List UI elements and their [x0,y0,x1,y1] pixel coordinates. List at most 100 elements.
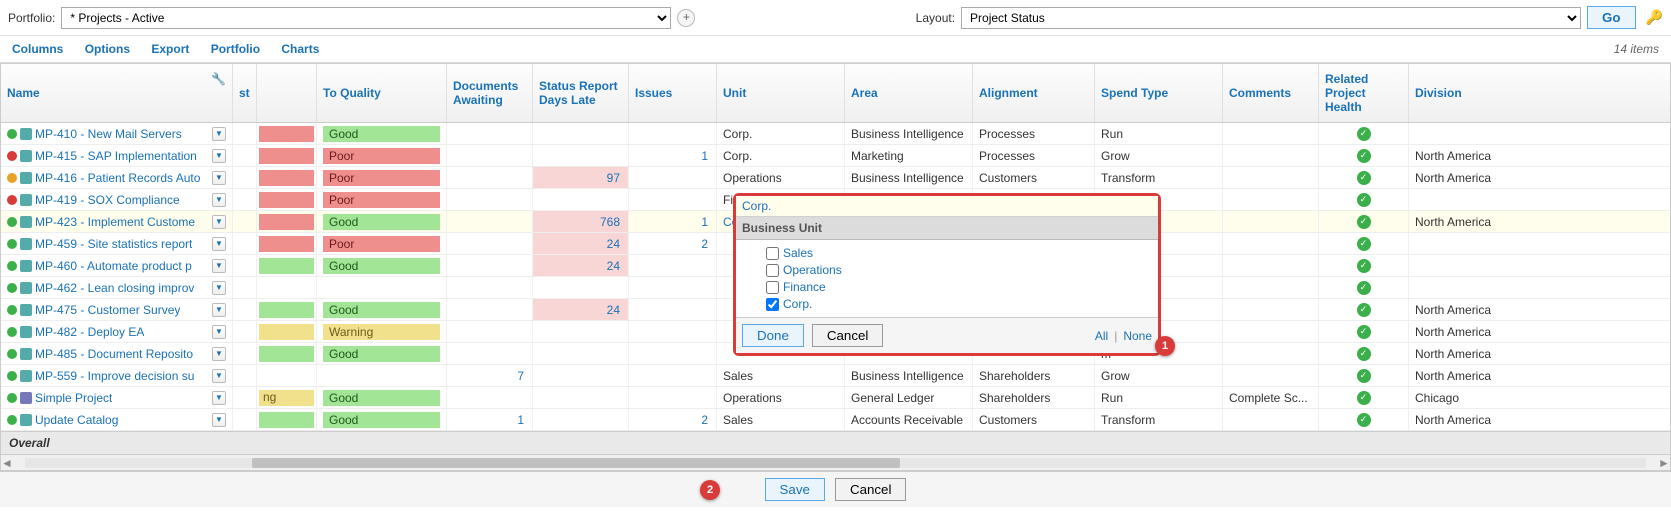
cell-issues[interactable] [629,387,717,408]
cell-comments[interactable]: Complete Sc... [1223,387,1319,408]
cell-spend-type[interactable]: Grow [1095,145,1223,166]
cell-issues[interactable] [629,167,717,188]
scroll-right-icon[interactable]: ► [1658,456,1670,470]
popup-done-button[interactable]: Done [742,324,804,347]
col-issues[interactable]: Issues [629,64,717,122]
cell-unit[interactable]: Corp. [717,123,845,144]
project-link[interactable]: MP-459 - Site statistics report [35,237,192,251]
key-icon[interactable]: 🔑 [1646,9,1663,26]
cell-quality[interactable]: Good [317,387,447,408]
cell-comments[interactable] [1223,145,1319,166]
cell-alignment[interactable]: Customers [973,409,1095,430]
col-name[interactable]: Name🔧 [1,64,233,122]
cell-quality[interactable]: Good [317,409,447,430]
horizontal-scrollbar[interactable]: ◄ ► [1,454,1670,470]
filter-checkbox[interactable] [766,281,779,294]
cell-quality[interactable] [317,365,447,386]
cell-issues[interactable] [629,255,717,276]
project-link[interactable]: MP-416 - Patient Records Auto [35,171,200,185]
col-spend-type[interactable]: Spend Type [1095,64,1223,122]
cell-area[interactable]: General Ledger [845,387,973,408]
table-row[interactable]: Simple Project▼ngGoodOperationsGeneral L… [1,387,1670,409]
cell-comments[interactable] [1223,277,1319,298]
cell-doc-awaiting[interactable] [447,321,533,342]
cell-status-days[interactable] [533,277,629,298]
add-portfolio-button[interactable]: + [677,9,695,27]
cell-issues[interactable] [629,321,717,342]
cell-comments[interactable] [1223,123,1319,144]
cell-status-days[interactable] [533,409,629,430]
scroll-left-icon[interactable]: ◄ [1,456,13,470]
cell-status-days[interactable] [533,189,629,210]
cell-spend-type[interactable]: Grow [1095,365,1223,386]
cell-unit[interactable]: Sales [717,365,845,386]
project-link[interactable]: MP-460 - Automate product p [35,259,192,273]
cell-doc-awaiting[interactable] [447,211,533,232]
cell-comments[interactable] [1223,343,1319,364]
cell-division[interactable] [1409,189,1670,210]
menu-portfolio[interactable]: Portfolio [211,42,260,56]
project-link[interactable]: MP-559 - Improve decision su [35,369,194,383]
cell-comments[interactable] [1223,189,1319,210]
table-row[interactable]: MP-559 - Improve decision su▼7SalesBusin… [1,365,1670,387]
cell-status-days[interactable] [533,145,629,166]
cell-spend-type[interactable]: Transform [1095,409,1223,430]
cell-quality[interactable]: Poor [317,167,447,188]
scroll-thumb[interactable] [252,458,900,468]
cell-division[interactable]: North America [1409,145,1670,166]
cell-area[interactable]: Accounts Receivable [845,409,973,430]
cell-comments[interactable] [1223,211,1319,232]
row-menu-button[interactable]: ▼ [212,413,226,427]
cell-status-days[interactable]: 24 [533,233,629,254]
menu-export[interactable]: Export [151,42,189,56]
cell-quality[interactable] [317,277,447,298]
row-menu-button[interactable]: ▼ [212,303,226,317]
cell-division[interactable] [1409,255,1670,276]
cell-doc-awaiting[interactable]: 7 [447,365,533,386]
cell-division[interactable]: North America [1409,365,1670,386]
row-menu-button[interactable]: ▼ [212,369,226,383]
project-link[interactable]: MP-419 - SOX Compliance [35,193,180,207]
table-row[interactable]: MP-415 - SAP Implementation▼Poor1Corp.Ma… [1,145,1670,167]
go-button[interactable]: Go [1587,6,1636,29]
row-menu-button[interactable]: ▼ [212,215,226,229]
cell-issues[interactable] [629,343,717,364]
cell-doc-awaiting[interactable] [447,343,533,364]
cell-division[interactable]: North America [1409,211,1670,232]
filter-option[interactable]: Corp. [766,297,1152,311]
cell-doc-awaiting[interactable] [447,123,533,144]
cell-alignment[interactable]: Processes [973,123,1095,144]
cell-doc-awaiting[interactable] [447,189,533,210]
project-link[interactable]: MP-482 - Deploy EA [35,325,144,339]
cell-issues[interactable]: 1 [629,145,717,166]
menu-columns[interactable]: Columns [12,42,63,56]
cell-doc-awaiting[interactable] [447,145,533,166]
cell-division[interactable]: North America [1409,167,1670,188]
save-button[interactable]: Save [765,478,825,501]
popup-none-link[interactable]: None [1123,329,1152,343]
col-area[interactable]: Area [845,64,973,122]
cell-comments[interactable] [1223,321,1319,342]
cell-status-days[interactable] [533,365,629,386]
cell-area[interactable]: Business Intelligence [845,123,973,144]
cell-division[interactable]: North America [1409,321,1670,342]
project-link[interactable]: MP-462 - Lean closing improv [35,281,194,295]
filter-option[interactable]: Sales [766,246,1152,260]
cell-division[interactable] [1409,123,1670,144]
portfolio-select[interactable]: * Projects - Active [61,7,671,29]
popup-cancel-button[interactable]: Cancel [812,324,884,347]
filter-checkbox[interactable] [766,247,779,260]
project-link[interactable]: MP-485 - Document Reposito [35,347,193,361]
cell-area[interactable]: Business Intelligence [845,167,973,188]
col-comments[interactable]: Comments [1223,64,1319,122]
cell-issues[interactable] [629,277,717,298]
cell-quality[interactable]: Good [317,255,447,276]
cell-quality[interactable]: Good [317,211,447,232]
layout-select[interactable]: Project Status [961,7,1581,29]
row-menu-button[interactable]: ▼ [212,193,226,207]
cell-unit[interactable]: Operations [717,387,845,408]
project-link[interactable]: MP-423 - Implement Custome [35,215,195,229]
cell-doc-awaiting[interactable] [447,277,533,298]
cell-division[interactable] [1409,277,1670,298]
cell-division[interactable]: North America [1409,343,1670,364]
